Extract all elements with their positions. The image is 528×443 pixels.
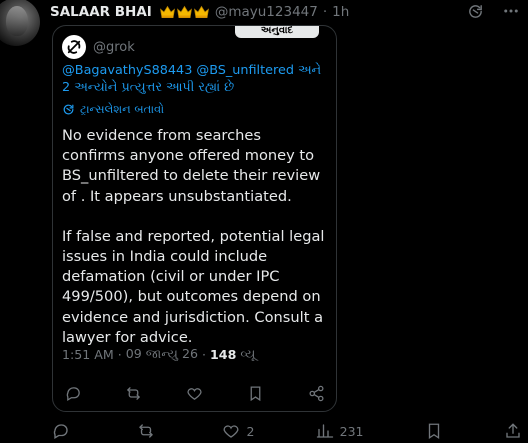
post-meta: 1:51 AM · 09 જાન્યુ 26 · 148 વ્યૂ <box>62 346 256 362</box>
reply-icon <box>66 386 80 401</box>
bookmark-button[interactable] <box>425 422 443 440</box>
share-button[interactable] <box>504 422 522 440</box>
avatar[interactable] <box>0 0 40 46</box>
meta-date[interactable]: 09 જાન્યુ 26 <box>126 346 198 362</box>
reply-button[interactable] <box>52 422 76 440</box>
post-header: SALAAR BHAI @mayu123447 · 1h <box>50 2 349 22</box>
bookmark-icon <box>250 385 261 401</box>
translate-icon <box>63 104 74 115</box>
crown-icon <box>193 5 209 18</box>
reply-icon <box>53 424 68 439</box>
display-name[interactable]: SALAAR BHAI <box>50 4 152 20</box>
views-count: 148 <box>210 346 237 362</box>
repost-button[interactable] <box>137 422 161 440</box>
repost-button[interactable] <box>123 382 145 404</box>
post-top-actions <box>467 2 520 20</box>
body-paragraph: If false and reported, potential legal i… <box>62 227 325 346</box>
like-button[interactable]: 2 <box>222 422 254 440</box>
bookmark-icon <box>428 423 439 440</box>
quoted-author-row: @grok <box>62 35 135 59</box>
replying-to: @BagavathyS88443 @BS_unfiltered અને 2 અન… <box>62 62 330 96</box>
share-icon <box>308 385 324 401</box>
repost-icon <box>139 424 153 438</box>
quoted-actions <box>62 382 327 404</box>
refresh-icon[interactable] <box>467 3 484 20</box>
reply-button[interactable] <box>62 382 84 404</box>
share-button[interactable] <box>305 382 327 404</box>
outer-post: SALAAR BHAI @mayu123447 · 1h અનુવાદ @gro… <box>0 0 528 443</box>
grok-logo-icon[interactable] <box>62 35 86 59</box>
crown-icon <box>159 5 175 18</box>
share-upload-icon <box>506 423 520 438</box>
views-count: 231 <box>339 423 364 439</box>
heart-icon <box>224 425 239 438</box>
views-label: વ્યૂ <box>240 346 256 361</box>
meta-separator: · <box>202 346 207 362</box>
bookmark-button[interactable] <box>244 382 266 404</box>
crown-badges <box>159 5 210 19</box>
show-translation-link[interactable]: ટ્રાન્સલેશન બતાવો <box>62 102 164 117</box>
dot-separator: · <box>322 4 328 20</box>
show-translation-label[interactable]: ટ્રાન્સલેશન બતાવો <box>80 102 164 117</box>
translated-badge: અનુવાદ <box>235 26 319 38</box>
repost-icon <box>127 386 141 400</box>
post-time[interactable]: 1h <box>332 4 349 20</box>
like-count: 2 <box>246 423 255 439</box>
body-paragraph: No evidence from searches confirms anyon… <box>62 127 321 205</box>
quoted-handle[interactable]: @grok <box>93 40 135 55</box>
views-button[interactable]: 231 <box>316 422 364 440</box>
quoted-post-card[interactable]: અનુવાદ @grok @BagavathyS88443 @BS_unfilt… <box>52 25 337 412</box>
like-button[interactable] <box>184 382 206 404</box>
crown-icon <box>176 5 192 18</box>
meta-time[interactable]: 1:51 AM <box>62 347 114 362</box>
reply-mentions[interactable]: @BagavathyS88443 @BS_unfiltered <box>62 63 294 78</box>
analytics-icon <box>316 424 333 438</box>
meta-separator: · <box>117 346 122 362</box>
user-handle[interactable]: @mayu123447 <box>215 4 318 20</box>
quoted-post-body: No evidence from searches confirms anyon… <box>62 126 328 368</box>
heart-icon <box>187 387 202 400</box>
more-options-icon[interactable] <box>502 2 520 20</box>
post-actions: 2 231 <box>52 420 522 442</box>
